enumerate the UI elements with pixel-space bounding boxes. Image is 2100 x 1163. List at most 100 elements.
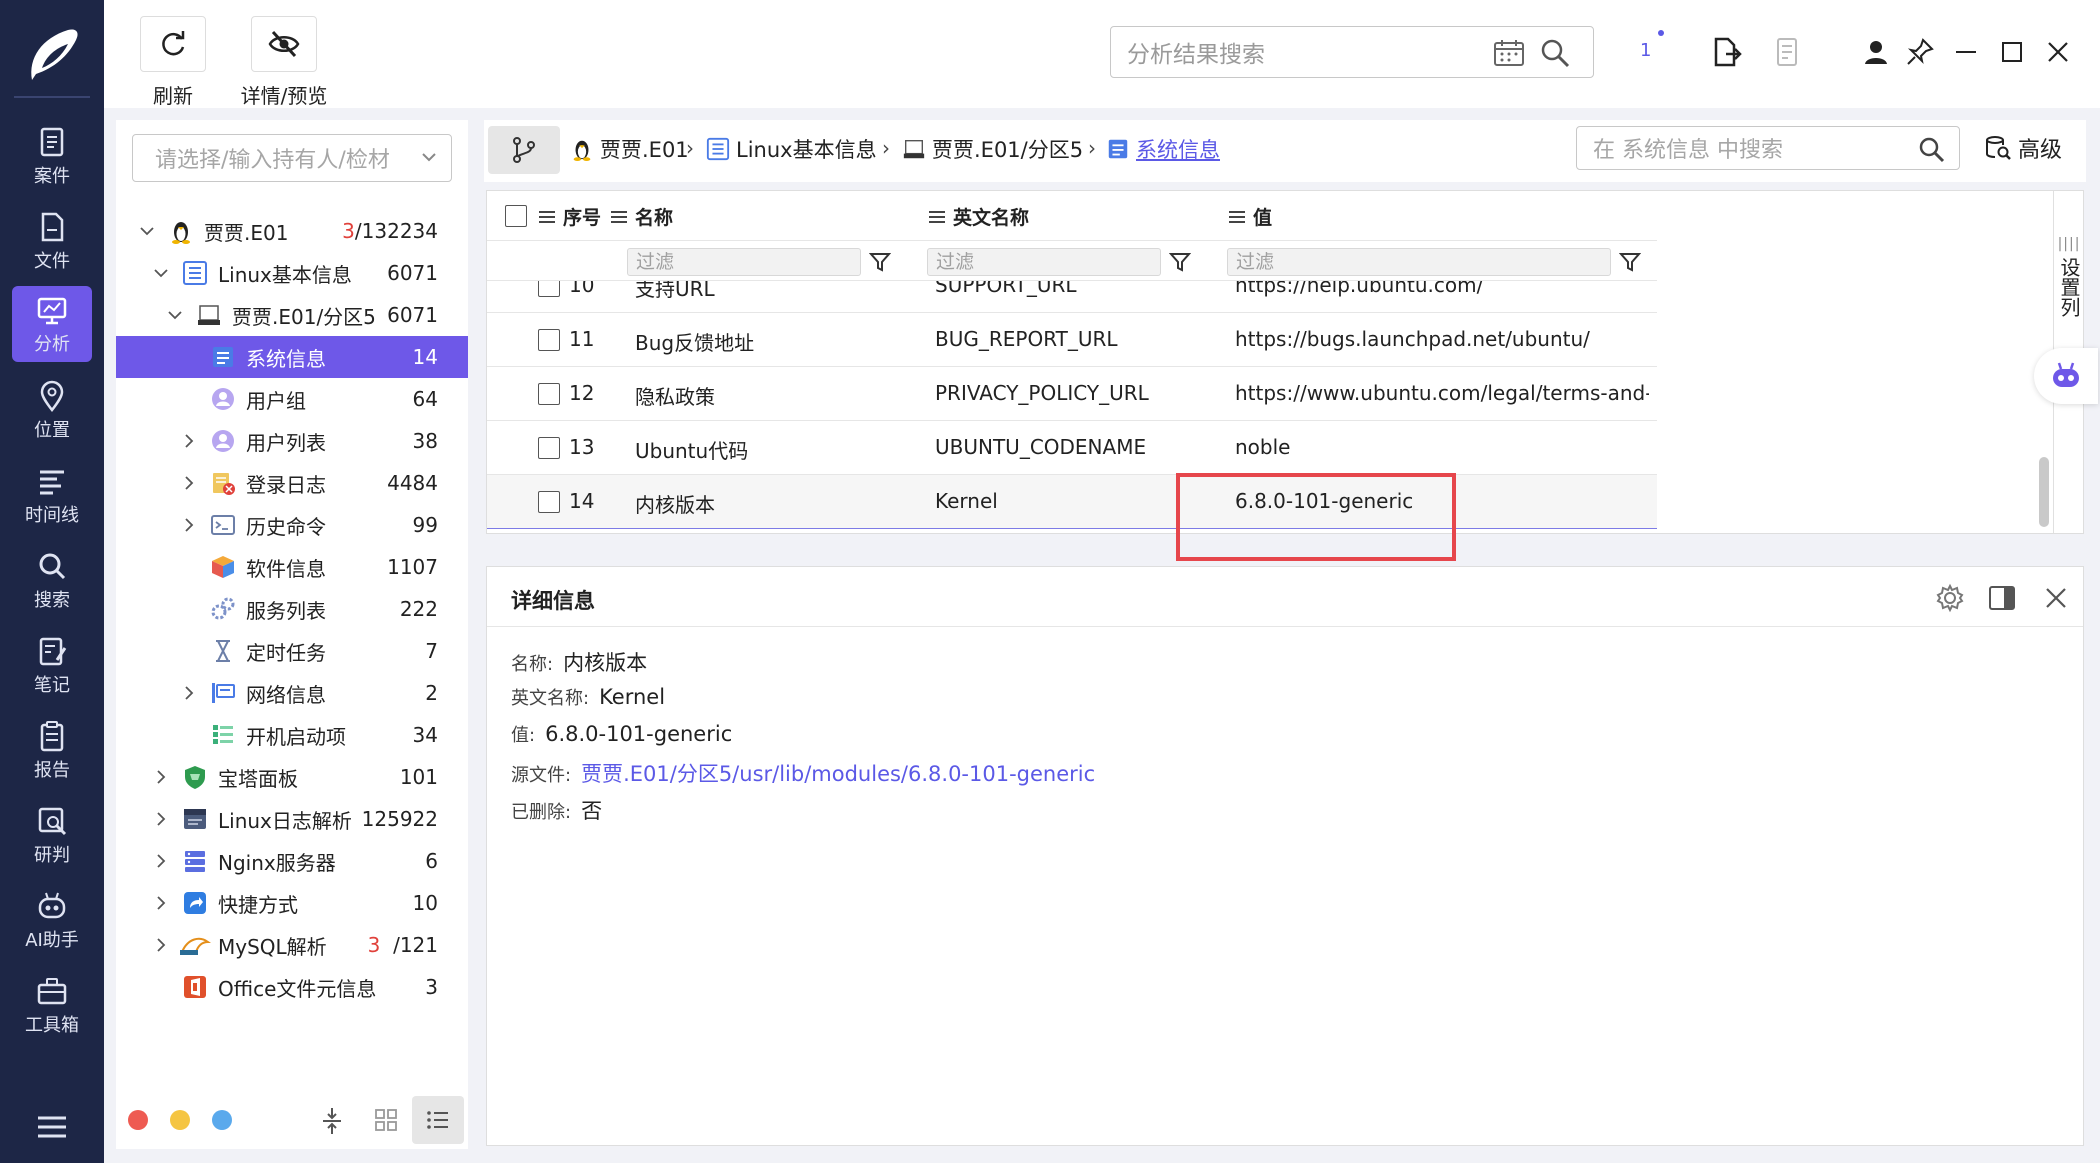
detail-preview-button[interactable]: 详情/预览	[234, 16, 334, 109]
set-columns-tab[interactable]: |||| 设置列	[2055, 231, 2083, 317]
filter-input-value[interactable]: 过滤	[1227, 248, 1611, 276]
breadcrumb-item-linux-basic[interactable]: Linux基本信息	[706, 134, 877, 164]
row-checkbox[interactable]	[538, 491, 560, 513]
hamburger-menu-icon[interactable]	[36, 1114, 68, 1140]
column-header-index[interactable]: 序号	[539, 203, 601, 230]
chevron-right-icon[interactable]	[154, 938, 168, 952]
nav-case[interactable]: 案件	[12, 118, 92, 194]
nav-note[interactable]: 笔记	[12, 627, 92, 703]
row-checkbox[interactable]	[538, 437, 560, 459]
nav-location[interactable]: 位置	[12, 372, 92, 448]
result-search-input[interactable]: 分析结果搜索	[1110, 26, 1594, 78]
tree-node-shortcut[interactable]: 快捷方式 10	[116, 882, 468, 924]
nav-timeline[interactable]: 时间线	[12, 457, 92, 533]
column-header-value[interactable]: 值	[1229, 203, 1272, 230]
split-panel-icon[interactable]	[1987, 583, 2017, 613]
select-all-checkbox[interactable]	[505, 205, 527, 227]
owner-select[interactable]: 请选择/输入持有人/检材	[132, 134, 452, 182]
nav-judge[interactable]: 研判	[12, 797, 92, 873]
nav-report[interactable]: 报告	[12, 712, 92, 788]
maximize-icon[interactable]	[1996, 36, 2028, 68]
breadcrumb-item-partition[interactable]: 贾贾.E01/分区5	[902, 134, 1083, 164]
tree-node-login-log[interactable]: 登录日志 4484	[116, 462, 468, 504]
chevron-right-icon[interactable]	[154, 770, 168, 784]
filter-funnel-icon[interactable]	[869, 251, 891, 273]
tree-node-network[interactable]: 网络信息 2	[116, 672, 468, 714]
status-dot-yellow[interactable]	[170, 1110, 190, 1130]
nav-ai-assistant[interactable]: AI助手	[12, 882, 92, 958]
filter-input-english-name[interactable]: 过滤	[927, 248, 1161, 276]
tree-node-history-cmd[interactable]: 历史命令 99	[116, 504, 468, 546]
table-search-input[interactable]: 在 系统信息 中搜索	[1576, 126, 1960, 170]
nav-analysis[interactable]: 分析	[12, 286, 92, 362]
status-dot-red[interactable]	[128, 1110, 148, 1130]
status-dot-blue[interactable]	[212, 1110, 232, 1130]
row-checkbox[interactable]	[538, 383, 560, 405]
search-icon[interactable]	[1917, 135, 1945, 163]
notification-count[interactable]: 1	[1640, 40, 1651, 61]
chevron-right-icon[interactable]	[154, 854, 168, 868]
row-checkbox[interactable]	[538, 329, 560, 351]
tree-node-scheduled-task[interactable]: 定时任务 7	[116, 630, 468, 672]
tree-node-evidence[interactable]: 贾贾.E01 3/132234	[116, 210, 468, 252]
table-scrollbar[interactable]	[2039, 457, 2049, 527]
nav-search[interactable]: 搜索	[12, 542, 92, 618]
filter-funnel-icon[interactable]	[1169, 251, 1191, 273]
column-header-name[interactable]: 名称	[611, 203, 673, 230]
collapse-all-icon[interactable]	[320, 1106, 344, 1136]
table-row-selected[interactable]: 14 内核版本 Kernel 6.8.0-101-generic	[487, 475, 1657, 529]
tree-node-mysql[interactable]: MySQL解析 3 /121	[116, 924, 468, 966]
chevron-right-icon[interactable]	[182, 686, 196, 700]
export-file-icon[interactable]	[1710, 36, 1742, 68]
close-icon[interactable]	[2041, 583, 2071, 613]
tree-node-linux-basic[interactable]: Linux基本信息 6071	[116, 252, 468, 294]
chevron-right-icon[interactable]	[154, 812, 168, 826]
chevron-down-icon[interactable]	[168, 308, 182, 322]
breadcrumb-item-system-info[interactable]: 系统信息	[1106, 134, 1220, 164]
analysis-icon	[37, 297, 67, 324]
row-checkbox[interactable]	[538, 281, 560, 297]
breadcrumb-item-evidence[interactable]: 贾贾.E01	[570, 134, 689, 164]
user-icon[interactable]	[1860, 36, 1892, 68]
advanced-search-button[interactable]: 高级	[1984, 132, 2062, 164]
chevron-down-icon[interactable]	[140, 224, 154, 238]
table-row[interactable]: 11 Bug反馈地址 BUG_REPORT_URL https://bugs.l…	[487, 313, 1657, 367]
refresh-button[interactable]: 刷新	[140, 16, 206, 109]
table-row[interactable]: 10 支持URL SUPPORT_URL https://help.ubuntu…	[487, 281, 1657, 313]
chevron-right-icon[interactable]	[182, 434, 196, 448]
close-icon[interactable]	[2042, 36, 2074, 68]
table-row[interactable]: 13 Ubuntu代码 UBUNTU_CODENAME noble	[487, 421, 1657, 475]
chevron-right-icon[interactable]	[154, 896, 168, 910]
tree-node-baota-panel[interactable]: 宝塔面板 101	[116, 756, 468, 798]
gear-icon[interactable]	[1935, 583, 1965, 613]
tree-node-user-list[interactable]: 用户列表 38	[116, 420, 468, 462]
filter-input-name[interactable]: 过滤	[627, 248, 861, 276]
tree-node-user-group[interactable]: 用户组 64	[116, 378, 468, 420]
tree-node-software[interactable]: 软件信息 1107	[116, 546, 468, 588]
tree-node-nginx[interactable]: Nginx服务器 6	[116, 840, 468, 882]
filter-funnel-icon[interactable]	[1619, 251, 1641, 273]
branch-button[interactable]	[488, 126, 560, 174]
chevron-right-icon[interactable]	[182, 476, 196, 490]
chevron-right-icon[interactable]	[182, 518, 196, 532]
tree-node-linux-log[interactable]: Linux日志解析 125922	[116, 798, 468, 840]
ai-assistant-float-button[interactable]	[2034, 348, 2098, 404]
nav-toolbox[interactable]: 工具箱	[12, 967, 92, 1043]
tree-node-startup[interactable]: 开机启动项 34	[116, 714, 468, 756]
tree-node-office-meta[interactable]: Office文件元信息 3	[116, 966, 468, 1008]
tree-node-partition[interactable]: 贾贾.E01/分区5 6071	[116, 294, 468, 336]
column-header-english-name[interactable]: 英文名称	[929, 203, 1029, 230]
table-row[interactable]: 12 隐私政策 PRIVACY_POLICY_URL https://www.u…	[487, 367, 1657, 421]
nav-file[interactable]: 文件	[12, 203, 92, 279]
list-view-button[interactable]	[412, 1096, 464, 1144]
search-icon[interactable]	[1539, 37, 1571, 69]
minimize-icon[interactable]	[1950, 36, 1982, 68]
tree-node-services[interactable]: 服务列表 222	[116, 588, 468, 630]
calendar-icon[interactable]	[1493, 39, 1525, 67]
tree-node-system-info[interactable]: 系统信息 14	[116, 336, 468, 378]
source-file-link[interactable]: 贾贾.E01/分区5/usr/lib/modules/6.8.0-101-gen…	[581, 758, 1095, 788]
chevron-down-icon[interactable]	[154, 266, 168, 280]
report-doc-icon[interactable]	[1772, 36, 1804, 68]
pin-icon[interactable]	[1904, 36, 1936, 68]
grid-view-icon[interactable]	[374, 1108, 398, 1132]
